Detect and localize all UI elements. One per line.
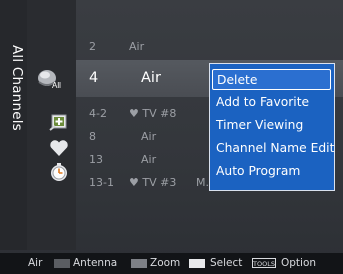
channel-name: Air [141,153,157,166]
channel-name: Air [141,70,161,86]
menu-item-label: Add to Favorite [216,95,310,109]
all-channels-tab[interactable]: All Channels [0,0,27,250]
select-button-icon[interactable] [189,259,205,268]
zoom-label: Zoom [150,257,181,269]
channel-number: 4 [89,70,99,86]
channel-name: ♥ TV #8 [129,107,177,120]
timer-icon[interactable] [48,161,70,183]
tools-key-icon[interactable]: TOOLS [252,258,276,268]
menu-item-add-to-favorite[interactable]: Add to Favorite [210,92,334,114]
channel-row[interactable]: 2 Air [76,36,343,58]
menu-item-delete[interactable]: Delete [212,69,331,90]
channel-number: 4-2 [89,107,107,120]
option-label: Option [281,257,317,269]
menu-item-channel-name-edit[interactable]: Channel Name Edit [210,138,334,160]
menu-item-label: Channel Name Edit [216,141,335,155]
source-label: Air [28,257,43,269]
channel-number: 13-1 [89,176,114,189]
add-channel-icon[interactable] [48,110,70,132]
bottom-help-bar: Air Antenna Zoom Select TOOLS Option [0,253,343,274]
menu-item-label: Timer Viewing [216,118,304,132]
channel-name: ♥ TV #3 [129,176,177,189]
channel-name: Air [129,40,145,53]
channel-number: 13 [89,153,103,166]
antenna-label: Antenna [73,257,118,269]
channel-number: 2 [89,40,96,53]
all-channels-icon[interactable]: All [35,64,65,90]
zoom-button-icon[interactable] [131,259,147,268]
all-channels-tab-label: All Channels [9,45,25,131]
menu-item-timer-viewing[interactable]: Timer Viewing [210,115,334,137]
channel-number: 8 [89,130,96,143]
menu-item-label: Auto Program [216,164,301,178]
heart-icon[interactable] [48,137,70,159]
menu-item-label: Delete [217,73,258,87]
channel-name: Air [141,130,157,143]
svg-text:All: All [52,81,61,90]
menu-item-auto-program[interactable]: Auto Program [210,161,334,183]
tools-menu: Delete Add to Favorite Timer Viewing Cha… [209,63,335,191]
antenna-button-icon[interactable] [54,259,70,268]
select-label: Select [210,257,243,269]
channel-list-screen: All Channels All 2 Air 4 Air 4-2 ♥ TV #8… [0,0,343,274]
